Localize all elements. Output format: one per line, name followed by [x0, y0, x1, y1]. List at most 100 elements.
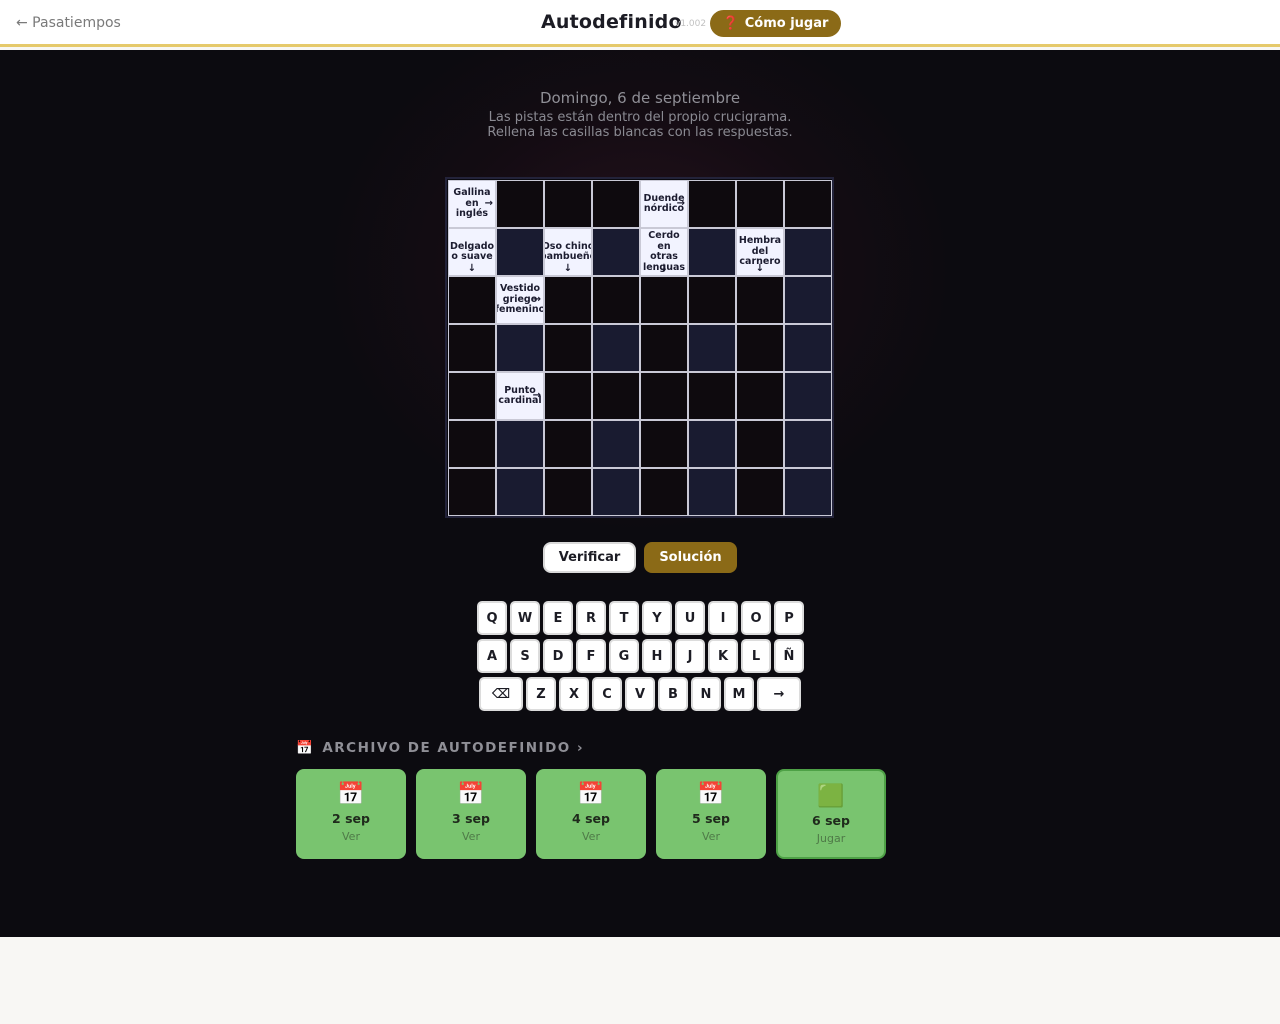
archive-card-date: 3 sep [452, 811, 490, 826]
answer-cell[interactable] [448, 276, 496, 324]
key-g[interactable]: G [609, 639, 639, 673]
block-cell [784, 276, 832, 324]
answer-cell[interactable] [640, 468, 688, 516]
archive-card-date: 5 sep [692, 811, 730, 826]
answer-cell[interactable] [736, 324, 784, 372]
answer-cell[interactable] [448, 468, 496, 516]
answer-cell[interactable] [592, 180, 640, 228]
solution-button[interactable]: Solución [644, 542, 737, 573]
key-v[interactable]: V [625, 677, 655, 711]
key-k[interactable]: K [708, 639, 738, 673]
answer-cell[interactable] [640, 420, 688, 468]
answer-cell[interactable] [544, 324, 592, 372]
answer-cell[interactable] [736, 180, 784, 228]
calendar-icon: 📅 [296, 740, 315, 756]
key-u[interactable]: U [675, 601, 705, 635]
answer-cell[interactable] [448, 420, 496, 468]
answer-cell[interactable] [592, 276, 640, 324]
key-z[interactable]: Z [526, 677, 556, 711]
answer-cell[interactable] [736, 372, 784, 420]
key-f[interactable]: F [576, 639, 606, 673]
backspace-icon: ⌫ [491, 686, 511, 702]
key-d[interactable]: D [543, 639, 573, 673]
key-l[interactable]: L [741, 639, 771, 673]
block-cell [784, 420, 832, 468]
answer-cell[interactable] [544, 420, 592, 468]
archive-card[interactable]: 📅 4 sep Ver [536, 769, 646, 859]
answer-cell[interactable] [736, 420, 784, 468]
how-to-play-button[interactable]: ❓ Cómo jugar [710, 10, 841, 37]
footer [0, 937, 1280, 1024]
archive-card-action: Ver [702, 830, 720, 843]
question-icon: ❓ [722, 16, 739, 31]
key-j[interactable]: J [675, 639, 705, 673]
archive-link[interactable]: 📅 ARCHIVO DE AUTODEFINIDO › [296, 740, 584, 756]
answer-cell[interactable] [640, 276, 688, 324]
answer-cell[interactable] [736, 468, 784, 516]
answer-cell[interactable] [736, 276, 784, 324]
answer-cell[interactable] [448, 372, 496, 420]
answer-cell[interactable] [544, 180, 592, 228]
key-s[interactable]: S [510, 639, 540, 673]
clue-cell: Hembra del carnero ↓ [736, 228, 784, 276]
answer-cell[interactable] [592, 372, 640, 420]
top-bar: ← Pasatiempos Autodefinido v1.002 ❓ Cómo… [0, 0, 1280, 47]
key-r[interactable]: R [576, 601, 606, 635]
clue-cell: Gallina en inglés → [448, 180, 496, 228]
archive-card[interactable]: 📅 5 sep Ver [656, 769, 766, 859]
key-enye[interactable]: Ñ [774, 639, 804, 673]
key-q[interactable]: Q [477, 601, 507, 635]
key-p[interactable]: P [774, 601, 804, 635]
answer-cell[interactable] [688, 372, 736, 420]
clue-cell: Punto cardinal → [496, 372, 544, 420]
archive-card-action: Ver [582, 830, 600, 843]
version-label: v1.002 [675, 19, 707, 29]
answer-cell[interactable] [544, 468, 592, 516]
crossword-grid: Gallina en inglés → Duende nórdico → Delga… [448, 180, 832, 516]
next-key[interactable]: → [757, 677, 801, 711]
back-link[interactable]: ← Pasatiempos [16, 15, 121, 31]
answer-cell[interactable] [640, 324, 688, 372]
archive-card-action: Ver [462, 830, 480, 843]
answer-cell[interactable] [496, 180, 544, 228]
calendar-icon: 📅 [457, 782, 485, 807]
key-x[interactable]: X [559, 677, 589, 711]
block-cell [784, 372, 832, 420]
answer-cell[interactable] [448, 324, 496, 372]
key-o[interactable]: O [741, 601, 771, 635]
answer-cell[interactable] [544, 372, 592, 420]
archive-card-action: Jugar [816, 832, 846, 845]
key-y[interactable]: Y [642, 601, 672, 635]
archive-card-today[interactable]: 🟩 6 sep Jugar [776, 769, 886, 859]
arrow-down-icon: ↓ [755, 262, 765, 274]
answer-cell[interactable] [640, 372, 688, 420]
clue-cell: Cerdo en otras lenguas ↓ [640, 228, 688, 276]
key-e[interactable]: E [543, 601, 573, 635]
key-i[interactable]: I [708, 601, 738, 635]
backspace-key[interactable]: ⌫ [479, 677, 523, 711]
key-t[interactable]: T [609, 601, 639, 635]
answer-cell[interactable] [784, 180, 832, 228]
key-m[interactable]: M [724, 677, 754, 711]
archive-card[interactable]: 📅 2 sep Ver [296, 769, 406, 859]
key-b[interactable]: B [658, 677, 688, 711]
block-cell [496, 468, 544, 516]
block-cell [688, 468, 736, 516]
verify-button[interactable]: Verificar [543, 542, 636, 573]
block-cell [688, 324, 736, 372]
key-w[interactable]: W [510, 601, 540, 635]
key-n[interactable]: N [691, 677, 721, 711]
archive-card[interactable]: 📅 3 sep Ver [416, 769, 526, 859]
instruction-line-1: Las pistas están dentro del propio cruci… [488, 110, 792, 125]
arrow-right-icon: → [532, 390, 541, 401]
block-cell [592, 228, 640, 276]
answer-cell[interactable] [688, 180, 736, 228]
clue-cell: Vestido griego femenino → [496, 276, 544, 324]
key-a[interactable]: A [477, 639, 507, 673]
block-cell [688, 420, 736, 468]
block-cell [688, 228, 736, 276]
answer-cell[interactable] [688, 276, 736, 324]
key-c[interactable]: C [592, 677, 622, 711]
answer-cell[interactable] [544, 276, 592, 324]
key-h[interactable]: H [642, 639, 672, 673]
